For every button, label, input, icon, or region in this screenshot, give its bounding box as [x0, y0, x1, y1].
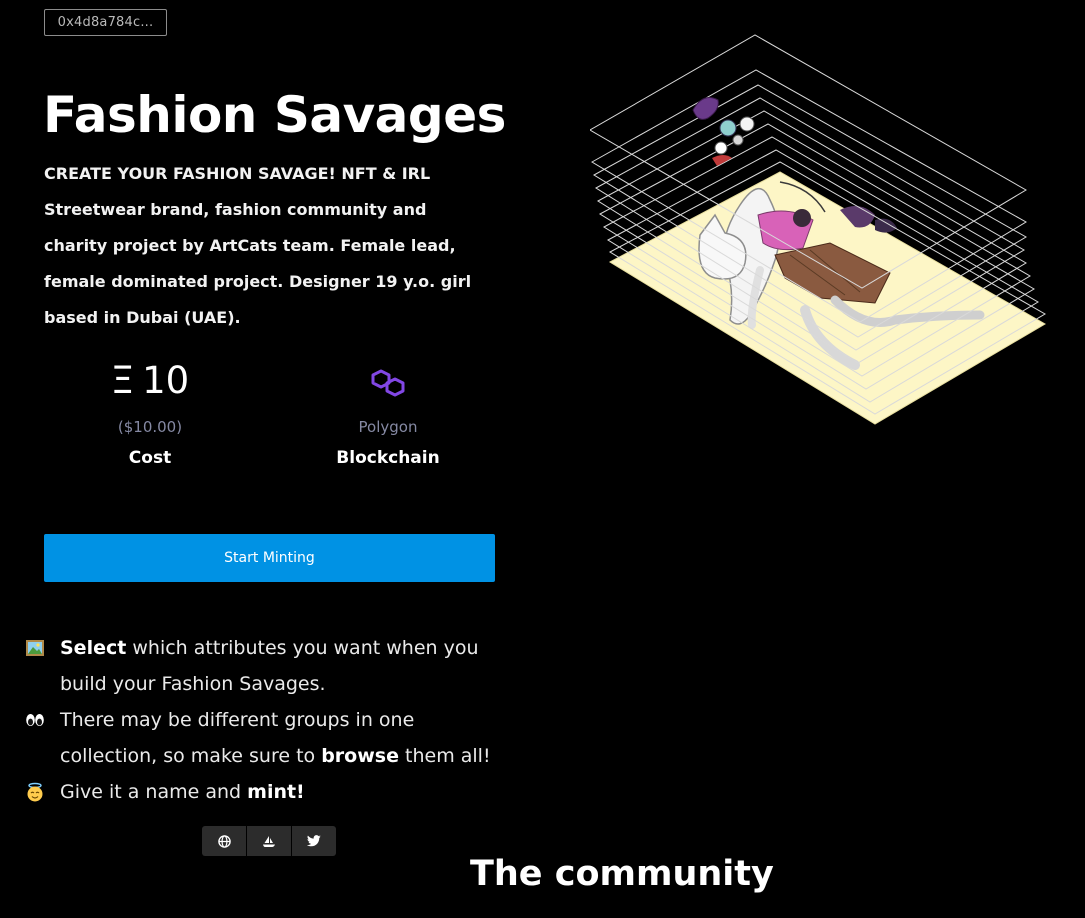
opensea-boat-icon — [263, 835, 275, 847]
twitter-link-button[interactable] — [292, 826, 336, 856]
cost-stat: Ξ 10 ($10.00) Cost — [60, 358, 240, 468]
instruction-bold: browse — [321, 745, 399, 767]
framed-picture-icon — [26, 640, 44, 656]
globe-icon — [217, 834, 231, 848]
eyes-icon — [26, 714, 44, 726]
twitter-icon — [307, 835, 321, 847]
instruction-browse: There may be different groups in one col… — [24, 702, 494, 774]
contract-address-badge[interactable]: 0x4d8a784c... — [44, 9, 167, 36]
opensea-link-button[interactable] — [247, 826, 292, 856]
instructions-list: Select which attributes you want when yo… — [24, 630, 494, 810]
instruction-bold: Select — [60, 637, 127, 659]
cost-label: Cost — [128, 448, 172, 468]
ethereum-icon: Ξ — [110, 359, 135, 402]
blockchain-stat: Polygon Blockchain — [298, 358, 478, 468]
website-link-button[interactable] — [202, 826, 247, 856]
instruction-text-end: them all! — [398, 745, 491, 767]
start-minting-button[interactable]: Start Minting — [44, 534, 495, 582]
cost-amount: 10 — [142, 359, 190, 402]
angel-face-icon — [27, 782, 43, 802]
floating-accessories — [692, 97, 755, 166]
cost-usd: ($10.00) — [117, 418, 183, 436]
instruction-bold: mint! — [247, 781, 305, 803]
cost-value: Ξ 10 — [60, 358, 240, 404]
polygon-icon — [298, 358, 478, 404]
project-description: CREATE YOUR FASHION SAVAGE! NFT & IRL St… — [44, 164, 472, 327]
page-title: Fashion Savages — [43, 86, 506, 144]
blockchain-name: Polygon — [358, 418, 418, 436]
social-links — [202, 826, 336, 856]
community-heading: The community — [470, 854, 774, 894]
instruction-select: Select which attributes you want when yo… — [24, 630, 494, 702]
instruction-text: Give it a name and — [60, 781, 248, 803]
nft-layers-preview — [590, 34, 1046, 425]
instruction-mint: Give it a name and mint! — [24, 774, 494, 810]
blockchain-label: Blockchain — [336, 448, 440, 468]
